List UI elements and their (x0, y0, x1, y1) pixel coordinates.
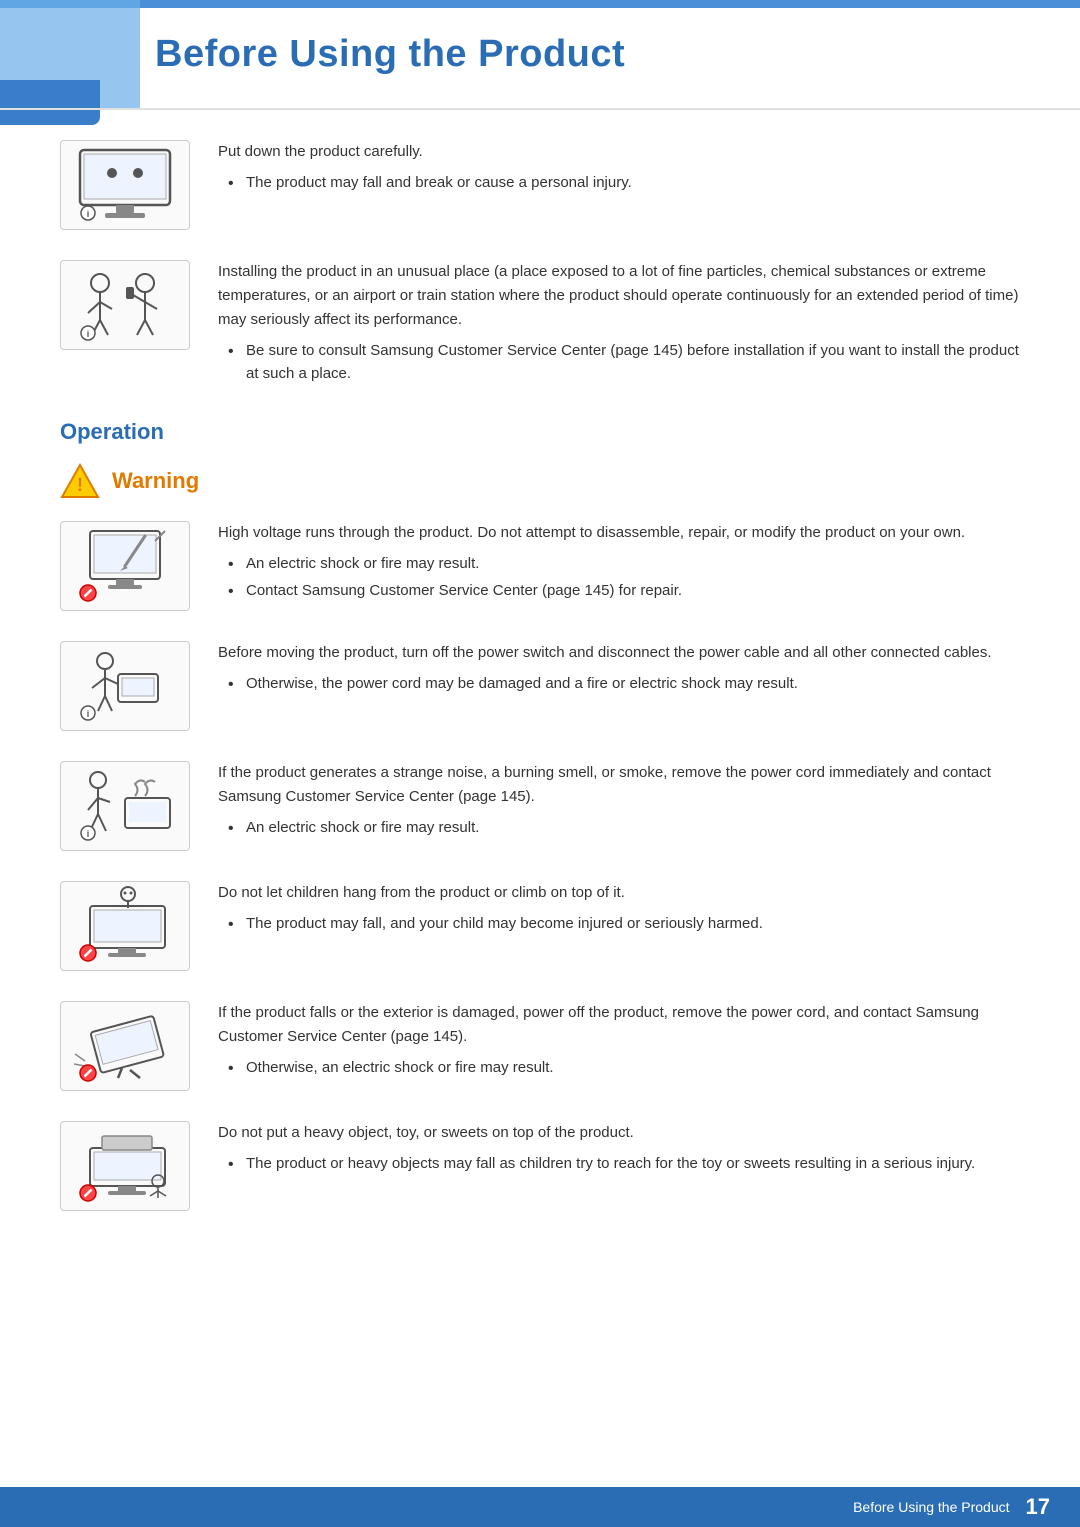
text-moving: Before moving the product, turn off the … (218, 641, 1020, 700)
block-high-voltage: High voltage runs through the product. D… (60, 521, 1020, 611)
icon-persons: i (60, 260, 190, 350)
product-falls-main: If the product falls or the exterior is … (218, 1001, 1020, 1049)
unusual-place-main: Installing the product in an unusual pla… (218, 260, 1020, 332)
strange-noise-svg: i (70, 766, 180, 846)
moving-main: Before moving the product, turn off the … (218, 641, 1020, 665)
page-title: Before Using the Product (155, 33, 625, 76)
text-product-falls: If the product falls or the exterior is … (218, 1001, 1020, 1084)
svg-text:i: i (87, 829, 90, 839)
block-heavy-object: Do not put a heavy object, toy, or sweet… (60, 1121, 1020, 1211)
strange-noise-bullets: An electric shock or fire may result. (218, 817, 1020, 840)
footer-page-number: 17 (1026, 1494, 1050, 1520)
icon-children (60, 881, 190, 971)
block-moving: i Before moving the product, turn off th… (60, 641, 1020, 731)
high-voltage-main: High voltage runs through the product. D… (218, 521, 1020, 545)
block-unusual-place: i Installing the product in an unusual p… (60, 260, 1020, 389)
block-children: Do not let children hang from the produc… (60, 881, 1020, 971)
warning-triangle-icon: ! (60, 463, 100, 499)
text-heavy-object: Do not put a heavy object, toy, or sweet… (218, 1121, 1020, 1180)
strange-noise-main: If the product generates a strange noise… (218, 761, 1020, 809)
block-product-falls: If the product falls or the exterior is … (60, 1001, 1020, 1091)
unusual-place-bullet-0: Be sure to consult Samsung Customer Serv… (228, 340, 1020, 385)
icon-monitor: i (60, 140, 190, 230)
unusual-place-bullets: Be sure to consult Samsung Customer Serv… (218, 340, 1020, 385)
page-footer: Before Using the Product 17 (0, 1487, 1080, 1527)
high-voltage-bullet-1: Contact Samsung Customer Service Center … (228, 580, 1020, 603)
icon-strange-noise: i (60, 761, 190, 851)
children-svg (70, 886, 180, 966)
moving-bullet-0: Otherwise, the power cord may be damaged… (228, 673, 1020, 696)
moving-svg: i (70, 646, 180, 726)
disassemble-svg (70, 526, 180, 606)
high-voltage-bullet-0: An electric shock or fire may result. (228, 553, 1020, 576)
strange-noise-bullet-0: An electric shock or fire may result. (228, 817, 1020, 840)
put-down-bullets: The product may fall and break or cause … (218, 172, 1020, 195)
heavy-object-svg (70, 1126, 180, 1206)
heavy-object-bullets: The product or heavy objects may fall as… (218, 1153, 1020, 1176)
put-down-bullet-0: The product may fall and break or cause … (228, 172, 1020, 195)
text-put-down: Put down the product carefully. The prod… (218, 140, 1020, 199)
main-content: i Put down the product carefully. The pr… (0, 110, 1080, 1321)
icon-product-falls (60, 1001, 190, 1091)
heavy-object-bullet-0: The product or heavy objects may fall as… (228, 1153, 1020, 1176)
product-falls-svg (70, 1006, 180, 1086)
children-bullets: The product may fall, and your child may… (218, 913, 1020, 936)
product-falls-bullets: Otherwise, an electric shock or fire may… (218, 1057, 1020, 1080)
footer-text: Before Using the Product (853, 1499, 1009, 1515)
page-header: Before Using the Product (0, 0, 1080, 110)
text-strange-noise: If the product generates a strange noise… (218, 761, 1020, 844)
children-main: Do not let children hang from the produc… (218, 881, 1020, 905)
icon-moving: i (60, 641, 190, 731)
svg-text:!: ! (77, 475, 83, 495)
product-falls-bullet-0: Otherwise, an electric shock or fire may… (228, 1057, 1020, 1080)
persons-svg: i (70, 265, 180, 345)
block-put-down: i Put down the product carefully. The pr… (60, 140, 1020, 230)
text-unusual-place: Installing the product in an unusual pla… (218, 260, 1020, 389)
moving-bullets: Otherwise, the power cord may be damaged… (218, 673, 1020, 696)
high-voltage-bullets: An electric shock or fire may result. Co… (218, 553, 1020, 602)
heavy-object-main: Do not put a heavy object, toy, or sweet… (218, 1121, 1020, 1145)
svg-text:i: i (87, 709, 90, 719)
text-high-voltage: High voltage runs through the product. D… (218, 521, 1020, 606)
icon-heavy-object (60, 1121, 190, 1211)
text-children: Do not let children hang from the produc… (218, 881, 1020, 940)
svg-text:i: i (87, 329, 90, 339)
children-bullet-0: The product may fall, and your child may… (228, 913, 1020, 936)
warning-label: Warning (112, 468, 199, 494)
svg-text:i: i (87, 209, 90, 219)
section-operation-heading: Operation (60, 419, 1020, 445)
put-down-main: Put down the product carefully. (218, 140, 1020, 164)
monitor-svg: i (70, 145, 180, 225)
block-strange-noise: i If the product generates a strange noi… (60, 761, 1020, 851)
warning-header: ! Warning (60, 463, 1020, 499)
icon-disassemble (60, 521, 190, 611)
